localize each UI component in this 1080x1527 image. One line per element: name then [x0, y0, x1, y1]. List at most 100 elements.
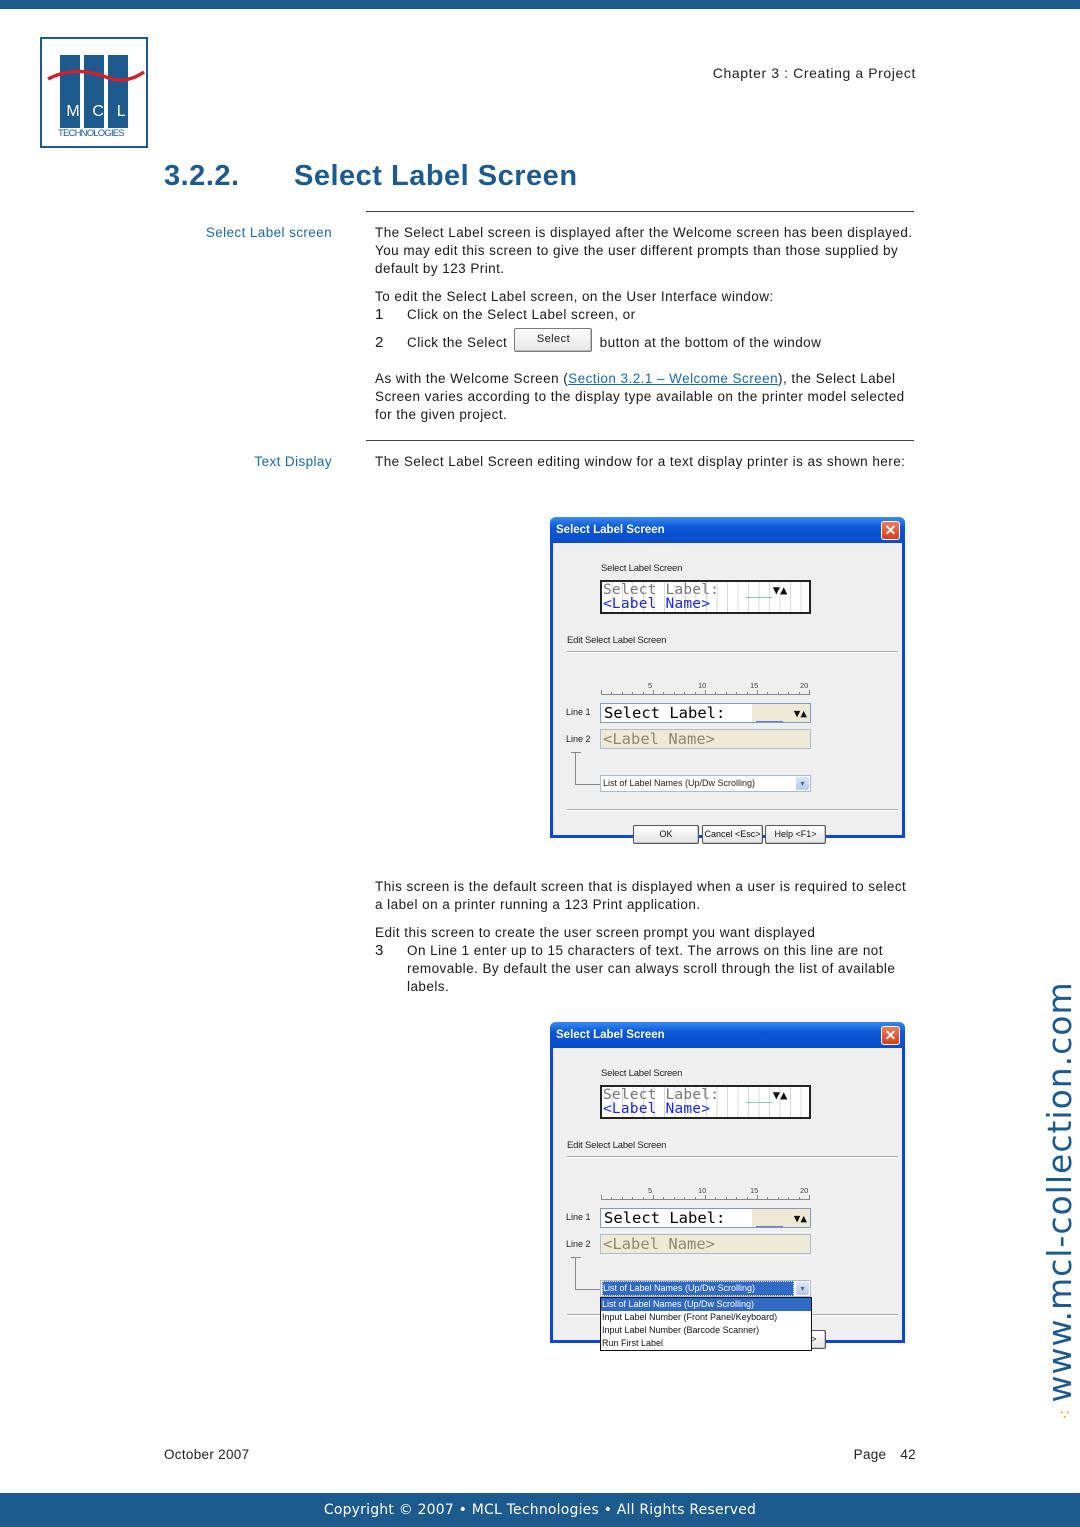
select-label-dialog: Select Label Screen ✕ Select Label Scree… — [550, 517, 905, 844]
groove-divider — [567, 809, 898, 811]
block1-text: The Select Label screen is displayed aft… — [375, 224, 915, 434]
paragraph: The Select Label screen is displayed aft… — [375, 225, 913, 276]
ruler-tick — [746, 1197, 748, 1200]
line-2-input[interactable]: <Label Name> — [600, 729, 811, 749]
line-1-input[interactable]: Select Label: ___ ▼▲ — [600, 1208, 811, 1228]
ruler-label: 5 — [648, 681, 653, 690]
section-number: 3.2.2. — [164, 160, 240, 192]
ruler-tick — [705, 1195, 706, 1200]
dropdown-option[interactable]: Input Label Number (Front Panel/Keyboard… — [601, 1311, 811, 1324]
ok-button[interactable]: OK — [633, 825, 699, 844]
line-1-dashes: ___ — [756, 1209, 784, 1227]
lcd-dashes: ___ — [745, 582, 773, 598]
ruler-tick — [788, 1197, 790, 1200]
line-2-label: Line 2 — [566, 1239, 591, 1249]
close-icon[interactable]: ✕ — [881, 1026, 900, 1045]
lcd-preview[interactable]: Select Label: ___▼▲ <Label Name> — [600, 1085, 811, 1119]
line-1-dashes: ___ — [756, 704, 784, 722]
step-text: Click the Select Select button at the bo… — [407, 328, 821, 353]
lcd-preview[interactable]: Select Label: ___▼▲ <Label Name> — [600, 580, 811, 614]
welcome-screen-section-link[interactable]: Section 3.2.1 – Welcome Screen — [568, 371, 778, 386]
ruler-tick — [725, 1197, 727, 1200]
ruler-tick — [642, 1197, 644, 1200]
ruler-tick — [621, 692, 623, 695]
groove-divider — [567, 1156, 898, 1158]
ruler-tick — [798, 692, 800, 695]
ruler-tick — [601, 1195, 602, 1200]
ruler-tick — [757, 1195, 758, 1200]
logo-wave-icon — [47, 69, 146, 82]
connector-bracket — [571, 1257, 601, 1290]
paragraph: As with the Welcome Screen (Section 3.2.… — [375, 370, 915, 424]
logo-letters: M C L — [60, 103, 132, 121]
preview-label: Select Label Screen — [601, 563, 683, 574]
ruler-tick — [621, 1197, 623, 1200]
ruler-tick — [767, 1197, 769, 1200]
page-number: 42 — [900, 1447, 916, 1462]
copyright-bar: Copyright © 2007 • MCL Technologies • Al… — [0, 1493, 1080, 1527]
ruler-tick — [736, 1197, 738, 1200]
dropdown-list: List of Label Names (Up/Dw Scrolling) In… — [600, 1297, 812, 1351]
step-1: 1 Click on the Select Label screen, or — [375, 306, 915, 324]
step-text-before: Click the Select — [407, 335, 508, 350]
line-1-input[interactable]: Select Label: ___ ▼▲ — [600, 703, 811, 723]
ruler-label: 15 — [750, 1186, 759, 1195]
ruler-tick — [684, 692, 686, 695]
lcd-arrows-icon: ▼▲ — [772, 1088, 788, 1102]
ruler-label: 20 — [800, 681, 809, 690]
cancel-button[interactable]: Cancel <Esc> — [702, 825, 763, 844]
combo-value: List of Label Names (Up/Dw Scrolling) — [602, 1281, 794, 1296]
watermark-text: www.mcl-collection.com — [1040, 981, 1079, 1403]
logo-letter: L — [116, 103, 126, 120]
dropdown-option[interactable]: Input Label Number (Barcode Scanner) — [601, 1324, 811, 1337]
ruler-tick — [673, 1197, 675, 1200]
lcd-line-2: <Label Name> — [603, 596, 711, 612]
ruler-tick — [798, 1197, 800, 1200]
ruler-tick — [705, 690, 706, 695]
dropdown-option[interactable]: List of Label Names (Up/Dw Scrolling) — [601, 1298, 811, 1311]
logo-subtitle: TECHNOLOGIES — [58, 128, 125, 139]
ruler-tick — [809, 1195, 810, 1200]
footer-page: Page 42 — [854, 1447, 916, 1462]
paragraph: The Select Label Screen editing window f… — [375, 454, 906, 469]
ruler-tick — [809, 690, 810, 695]
close-icon[interactable]: ✕ — [881, 521, 900, 540]
intro-line: To edit the Select Label screen, on the … — [375, 289, 774, 304]
character-ruler: 5 10 15 20 — [601, 1186, 810, 1200]
block2-intro: The Select Label Screen editing window f… — [375, 453, 915, 481]
help-button[interactable]: Help <F1> — [765, 825, 826, 844]
step-text: On Line 1 enter up to 15 characters of t… — [407, 943, 896, 994]
logo-letter: C — [92, 103, 104, 120]
scroll-arrows-icon: ▼▲ — [793, 1212, 807, 1225]
line-2-label: Line 2 — [566, 734, 591, 744]
dialog-title: Select Label Screen — [556, 1029, 665, 1041]
line-1-value: Select Label: — [604, 1209, 726, 1227]
select-button-image: Select — [514, 328, 593, 353]
ruler-label: 15 — [750, 681, 759, 690]
line-1-label: Line 1 — [566, 707, 591, 717]
section-title: Select Label Screen — [294, 160, 578, 192]
page-label: Page — [853, 1447, 887, 1462]
ruler-tick — [611, 1197, 613, 1200]
website-watermark: ⁖ www.mcl-collection.com — [1040, 981, 1079, 1420]
chevron-down-icon[interactable]: ▾ — [796, 777, 809, 790]
ruler-label: 10 — [698, 681, 707, 690]
edit-section-label: Edit Select Label Screen — [567, 635, 667, 646]
dialog-content: Select Label Screen Select Label: ___▼▲ … — [553, 543, 902, 844]
ruler-tick — [642, 692, 644, 695]
dropdown-option[interactable]: Run First Label — [601, 1337, 811, 1350]
ruler-tick — [694, 1197, 696, 1200]
ruler-tick — [757, 690, 758, 695]
logo-letter: M — [66, 103, 80, 120]
line-2-mode-select[interactable]: List of Label Names (Up/Dw Scrolling) ▾ — [600, 775, 811, 792]
ruler-tick — [788, 692, 790, 695]
line-2-mode-select[interactable]: List of Label Names (Up/Dw Scrolling) ▾ — [600, 1280, 811, 1297]
line-1-fixed-tail: ___ ▼▲ — [752, 704, 810, 722]
connector-bracket — [571, 752, 601, 785]
edit-section-label: Edit Select Label Screen — [567, 1140, 667, 1151]
dialog-title: Select Label Screen — [556, 524, 665, 536]
line-2-input[interactable]: <Label Name> — [600, 1234, 811, 1254]
chevron-down-icon[interactable]: ▾ — [796, 1282, 809, 1295]
ruler-tick — [736, 692, 738, 695]
ruler-tick — [715, 1197, 717, 1200]
